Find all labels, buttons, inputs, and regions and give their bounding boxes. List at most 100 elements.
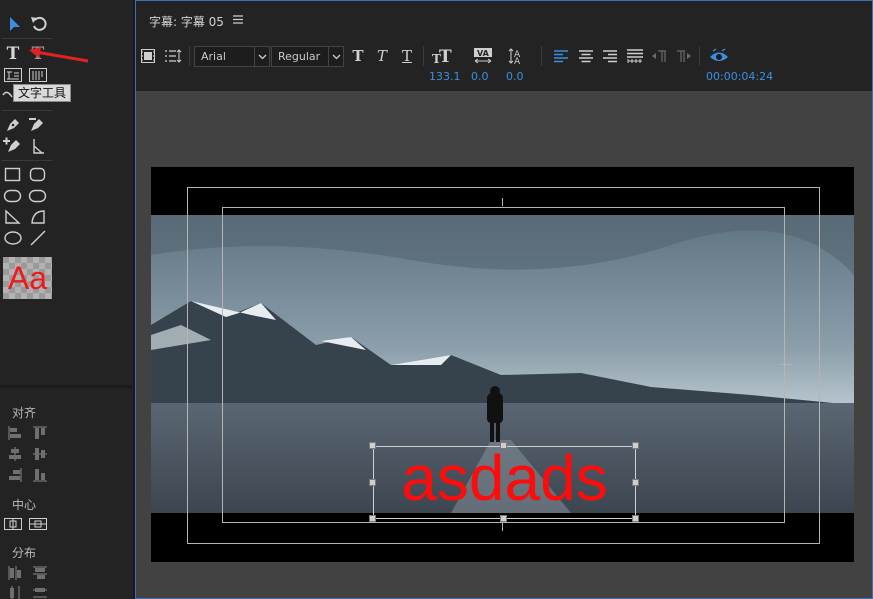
rectangle-icon [4,167,21,182]
font-family-value: Arial [201,50,226,63]
hamburger-menu-icon[interactable] [233,15,243,24]
horizontal-center-icon [4,518,22,530]
area-type-icon [4,68,22,82]
font-size-value[interactable]: 133.1 [429,70,461,83]
align-right-edges-button[interactable] [5,465,25,485]
align-right-icon [603,50,617,63]
justify-icon [627,49,643,63]
clipped-rectangle-tool[interactable] [3,186,23,206]
distribute-center-button[interactable] [5,583,25,599]
convert-anchor-tool[interactable] [28,136,48,156]
ellipse-tool[interactable] [3,228,23,248]
distribute-middle-button[interactable] [30,583,50,599]
selection-tool[interactable] [5,14,25,34]
font-style-value: Regular [278,50,321,63]
rotate-icon [31,16,47,31]
delete-anchor-tool[interactable] [28,115,48,135]
center-section-label: 中心 [12,498,37,512]
type-tool[interactable]: T [3,44,23,64]
resize-handle[interactable] [632,442,639,449]
align-left-edges-button[interactable] [5,423,25,443]
italic-icon: T [376,47,387,65]
convert-anchor-icon [33,139,44,154]
resize-handle[interactable] [632,479,639,486]
area-type-tool[interactable] [3,65,23,85]
center-tick-bottom [502,522,503,531]
align-horizontal-center-button[interactable] [5,444,25,464]
italic-button[interactable]: T [373,45,391,67]
font-style-dropdown[interactable]: Regular [271,46,344,67]
resize-handle[interactable] [632,515,639,522]
align-vertical-center-button[interactable] [30,444,50,464]
align-left-button[interactable] [551,45,571,67]
wedge-tool[interactable] [3,207,23,227]
kerning-icon: VA [474,48,492,64]
tab-stops-button[interactable] [163,45,183,67]
bold-icon: T [352,47,364,65]
horizontal-center-button[interactable] [3,514,23,534]
chevron-down-icon [328,47,343,66]
align-right-button[interactable] [600,45,620,67]
bold-button[interactable]: T [349,45,367,67]
rectangle-tool[interactable] [3,165,23,185]
align-top-icon [33,426,47,439]
rotation-tool[interactable] [29,14,49,34]
leading-value[interactable]: 0.0 [506,70,524,83]
align-horizontal-center-icon [9,447,21,461]
delete-anchor-icon [29,118,43,131]
paragraph-ltr-icon [652,50,666,62]
type-tool-icon: T [6,44,20,64]
kerning-control[interactable]: VA [472,45,494,67]
align-top-edges-button[interactable] [30,423,50,443]
distribute-top-button[interactable] [30,563,50,583]
add-anchor-tool[interactable] [3,136,23,156]
toolbar-separator [189,46,190,66]
align-bottom-icon [33,469,47,482]
pen-tool[interactable] [3,115,23,135]
vertical-area-type-tool[interactable] [28,65,48,85]
justify-button[interactable] [625,45,645,67]
panel-title: 字幕: 字幕 05 [149,15,224,29]
font-size-control[interactable]: TT [431,45,453,67]
show-background-video-button[interactable] [708,45,730,67]
leading-icon: AA [508,48,521,65]
background-video-toggle[interactable] [139,45,157,67]
toolbar-separator [423,46,424,66]
text-direction-rtl-button[interactable] [674,45,692,67]
eye-icon [710,48,728,61]
arc-tool[interactable] [28,207,48,227]
separator [2,110,52,111]
timecode-display[interactable]: 00:00:04:24 [706,70,773,83]
rounded-rectangle-tool[interactable] [28,165,48,185]
align-bottom-edges-button[interactable] [30,465,50,485]
vertical-center-button[interactable] [28,514,48,534]
line-tool[interactable] [28,228,48,248]
resize-handle[interactable] [369,515,376,522]
svg-text:A: A [514,57,521,65]
text-bounding-box[interactable] [373,446,636,519]
text-direction-ltr-button[interactable] [651,45,669,67]
rounded-corner-rectangle-tool[interactable] [28,186,48,206]
resize-handle[interactable] [369,442,376,449]
toolbar-separator [541,46,542,66]
resize-handle[interactable] [369,479,376,486]
title-style-swatch[interactable]: Aa [3,257,52,299]
separator [2,38,52,39]
align-center-button[interactable] [576,45,596,67]
underline-button[interactable]: T [398,45,416,67]
kerning-value[interactable]: 0.0 [471,70,489,83]
arc-icon [31,210,45,224]
resize-handle[interactable] [500,442,507,449]
align-right-icon [9,468,22,482]
resize-handle[interactable] [500,515,507,522]
svg-text:T: T [439,47,452,65]
distribute-left-button[interactable] [5,563,25,583]
vertical-center-icon [29,518,47,530]
wedge-icon [5,209,21,224]
paragraph-rtl-icon [677,50,691,62]
font-family-dropdown[interactable]: Arial [194,46,270,67]
tooltip: 文字工具 [13,84,72,102]
align-vertical-center-icon [33,448,47,460]
leading-control[interactable]: AA [507,45,529,67]
clipped-rectangle-icon [3,189,22,203]
